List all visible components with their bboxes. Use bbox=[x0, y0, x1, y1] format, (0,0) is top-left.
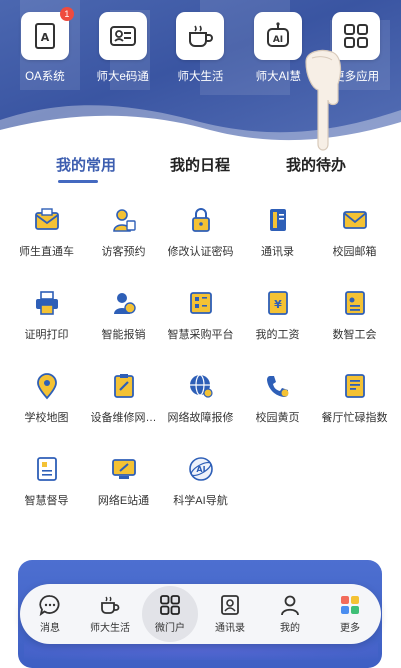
app-label: 智慧督导 bbox=[24, 495, 69, 507]
app-e-station[interactable]: 网络E站通 bbox=[85, 454, 162, 508]
e-station-icon bbox=[109, 454, 139, 484]
nav-label: 更多 bbox=[340, 623, 360, 634]
app-label: 通讯录 bbox=[261, 246, 294, 258]
tab-active-indicator bbox=[58, 180, 98, 183]
app-smart-supervision[interactable]: 智慧督导 bbox=[8, 454, 85, 508]
app-change-password[interactable]: 修改认证密码 bbox=[162, 205, 239, 259]
app-label: 网络E站通 bbox=[97, 495, 150, 507]
nav-life[interactable]: 师大生活 bbox=[80, 584, 140, 644]
repair-icon bbox=[109, 371, 139, 401]
app-yellow-pages[interactable]: 校园黄页 bbox=[239, 371, 316, 425]
svg-text:A: A bbox=[41, 31, 50, 44]
top-app-life[interactable]: 师大生活 bbox=[165, 12, 235, 84]
section-tabs: 我的常用 我的日程 我的待办 bbox=[0, 154, 401, 188]
app-label: 智能报销 bbox=[101, 329, 146, 341]
nav-more[interactable]: 更多 bbox=[320, 584, 380, 644]
nav-profile[interactable]: 我的 bbox=[260, 584, 320, 644]
tab-schedule[interactable]: 我的日程 bbox=[170, 154, 230, 175]
printer-icon bbox=[32, 288, 62, 318]
visitor-icon bbox=[109, 205, 139, 235]
nav-contacts[interactable]: 通讯录 bbox=[200, 584, 260, 644]
tab-frequent[interactable]: 我的常用 bbox=[56, 154, 116, 175]
app-label: 修改认证密码 bbox=[167, 246, 234, 258]
app-label: 证明打印 bbox=[24, 329, 69, 341]
app-label: 学校地图 bbox=[24, 412, 69, 424]
bottom-navbar: 消息 师大生活 微门户 通讯录 我的 更多 bbox=[20, 584, 381, 644]
app-label: 餐厅忙碌指数 bbox=[321, 412, 388, 424]
nav-messages[interactable]: 消息 bbox=[20, 584, 80, 644]
phone-icon bbox=[263, 371, 293, 401]
app-label: 校园黄页 bbox=[255, 412, 300, 424]
more-apps-icon bbox=[341, 596, 359, 614]
email-icon bbox=[340, 205, 370, 235]
procurement-icon bbox=[186, 288, 216, 318]
pointing-hand-icon bbox=[298, 44, 348, 159]
nav-portal[interactable]: 微门户 bbox=[140, 584, 200, 644]
app-label: 访客预约 bbox=[101, 246, 146, 258]
nav-label: 微门户 bbox=[155, 623, 185, 634]
network-globe-icon bbox=[186, 371, 216, 401]
nav-label: 师大生活 bbox=[90, 623, 130, 634]
user-icon bbox=[281, 595, 299, 616]
map-pin-icon bbox=[32, 371, 62, 401]
app-my-salary[interactable]: ¥ 我的工资 bbox=[239, 288, 316, 342]
svg-text:AI: AI bbox=[196, 465, 205, 474]
app-address-book[interactable]: 通讯录 bbox=[239, 205, 316, 259]
app-smart-reimburse[interactable]: 智能报销 bbox=[85, 288, 162, 342]
lock-icon bbox=[186, 205, 216, 235]
app-label: 我的工资 bbox=[255, 329, 300, 341]
coffee-cup-icon bbox=[176, 12, 225, 60]
top-app-oa[interactable]: A 1 OA系统 bbox=[10, 7, 80, 84]
union-icon bbox=[340, 288, 370, 318]
app-label: 网络故障报修 bbox=[167, 412, 234, 424]
top-app-label: 师大AI慧 bbox=[255, 71, 301, 83]
svg-text:¥: ¥ bbox=[274, 298, 282, 311]
nav-label: 消息 bbox=[40, 623, 60, 634]
notification-badge: 1 bbox=[59, 7, 74, 21]
app-teacher-student-express[interactable]: 师生直通车 bbox=[8, 205, 85, 259]
mail-envelope-icon bbox=[32, 205, 62, 235]
app-label: 师生直通车 bbox=[19, 246, 74, 258]
salary-icon: ¥ bbox=[263, 288, 293, 318]
chat-bubble-icon bbox=[39, 595, 60, 616]
app-procurement[interactable]: 智慧采购平台 bbox=[162, 288, 239, 342]
app-label: 智慧采购平台 bbox=[167, 329, 234, 341]
app-visitor-booking[interactable]: 访客预约 bbox=[85, 205, 162, 259]
grid-icon bbox=[160, 595, 180, 615]
app-label: 设备维修网… bbox=[90, 412, 157, 424]
svg-text:AI: AI bbox=[273, 35, 283, 45]
app-union[interactable]: 数智工会 bbox=[316, 288, 393, 342]
ai-robot-icon: AI bbox=[254, 12, 303, 60]
app-label: 数智工会 bbox=[332, 329, 377, 341]
reimburse-icon bbox=[109, 288, 139, 318]
app-campus-mail[interactable]: 校园邮箱 bbox=[316, 205, 393, 259]
tab-todo[interactable]: 我的待办 bbox=[286, 154, 346, 175]
app-label: 科学AI导航 bbox=[173, 495, 228, 507]
restaurant-icon bbox=[340, 371, 370, 401]
nav-label: 我的 bbox=[280, 623, 300, 634]
app-equipment-repair[interactable]: 设备维修网… bbox=[85, 371, 162, 425]
address-book-icon bbox=[263, 205, 293, 235]
ai-navigation-icon: AI bbox=[186, 454, 216, 484]
coffee-cup-icon bbox=[101, 596, 120, 614]
top-app-label: 师大e码通 bbox=[96, 71, 149, 83]
app-certificate-print[interactable]: 证明打印 bbox=[8, 288, 85, 342]
app-restaurant-index[interactable]: 餐厅忙碌指数 bbox=[316, 371, 393, 425]
nav-label: 通讯录 bbox=[215, 623, 245, 634]
oa-document-icon: A 1 bbox=[20, 7, 74, 60]
top-app-label: 师大生活 bbox=[177, 71, 224, 83]
id-card-icon bbox=[98, 12, 147, 60]
top-app-label: OA系统 bbox=[25, 71, 65, 83]
app-ai-navigation[interactable]: AI 科学AI导航 bbox=[162, 454, 239, 508]
app-label: 校园邮箱 bbox=[332, 246, 377, 258]
contacts-icon bbox=[221, 595, 239, 615]
app-school-map[interactable]: 学校地图 bbox=[8, 371, 85, 425]
app-network-repair[interactable]: 网络故障报修 bbox=[162, 371, 239, 425]
supervision-icon bbox=[32, 454, 62, 484]
top-app-ecode[interactable]: 师大e码通 bbox=[88, 12, 158, 84]
